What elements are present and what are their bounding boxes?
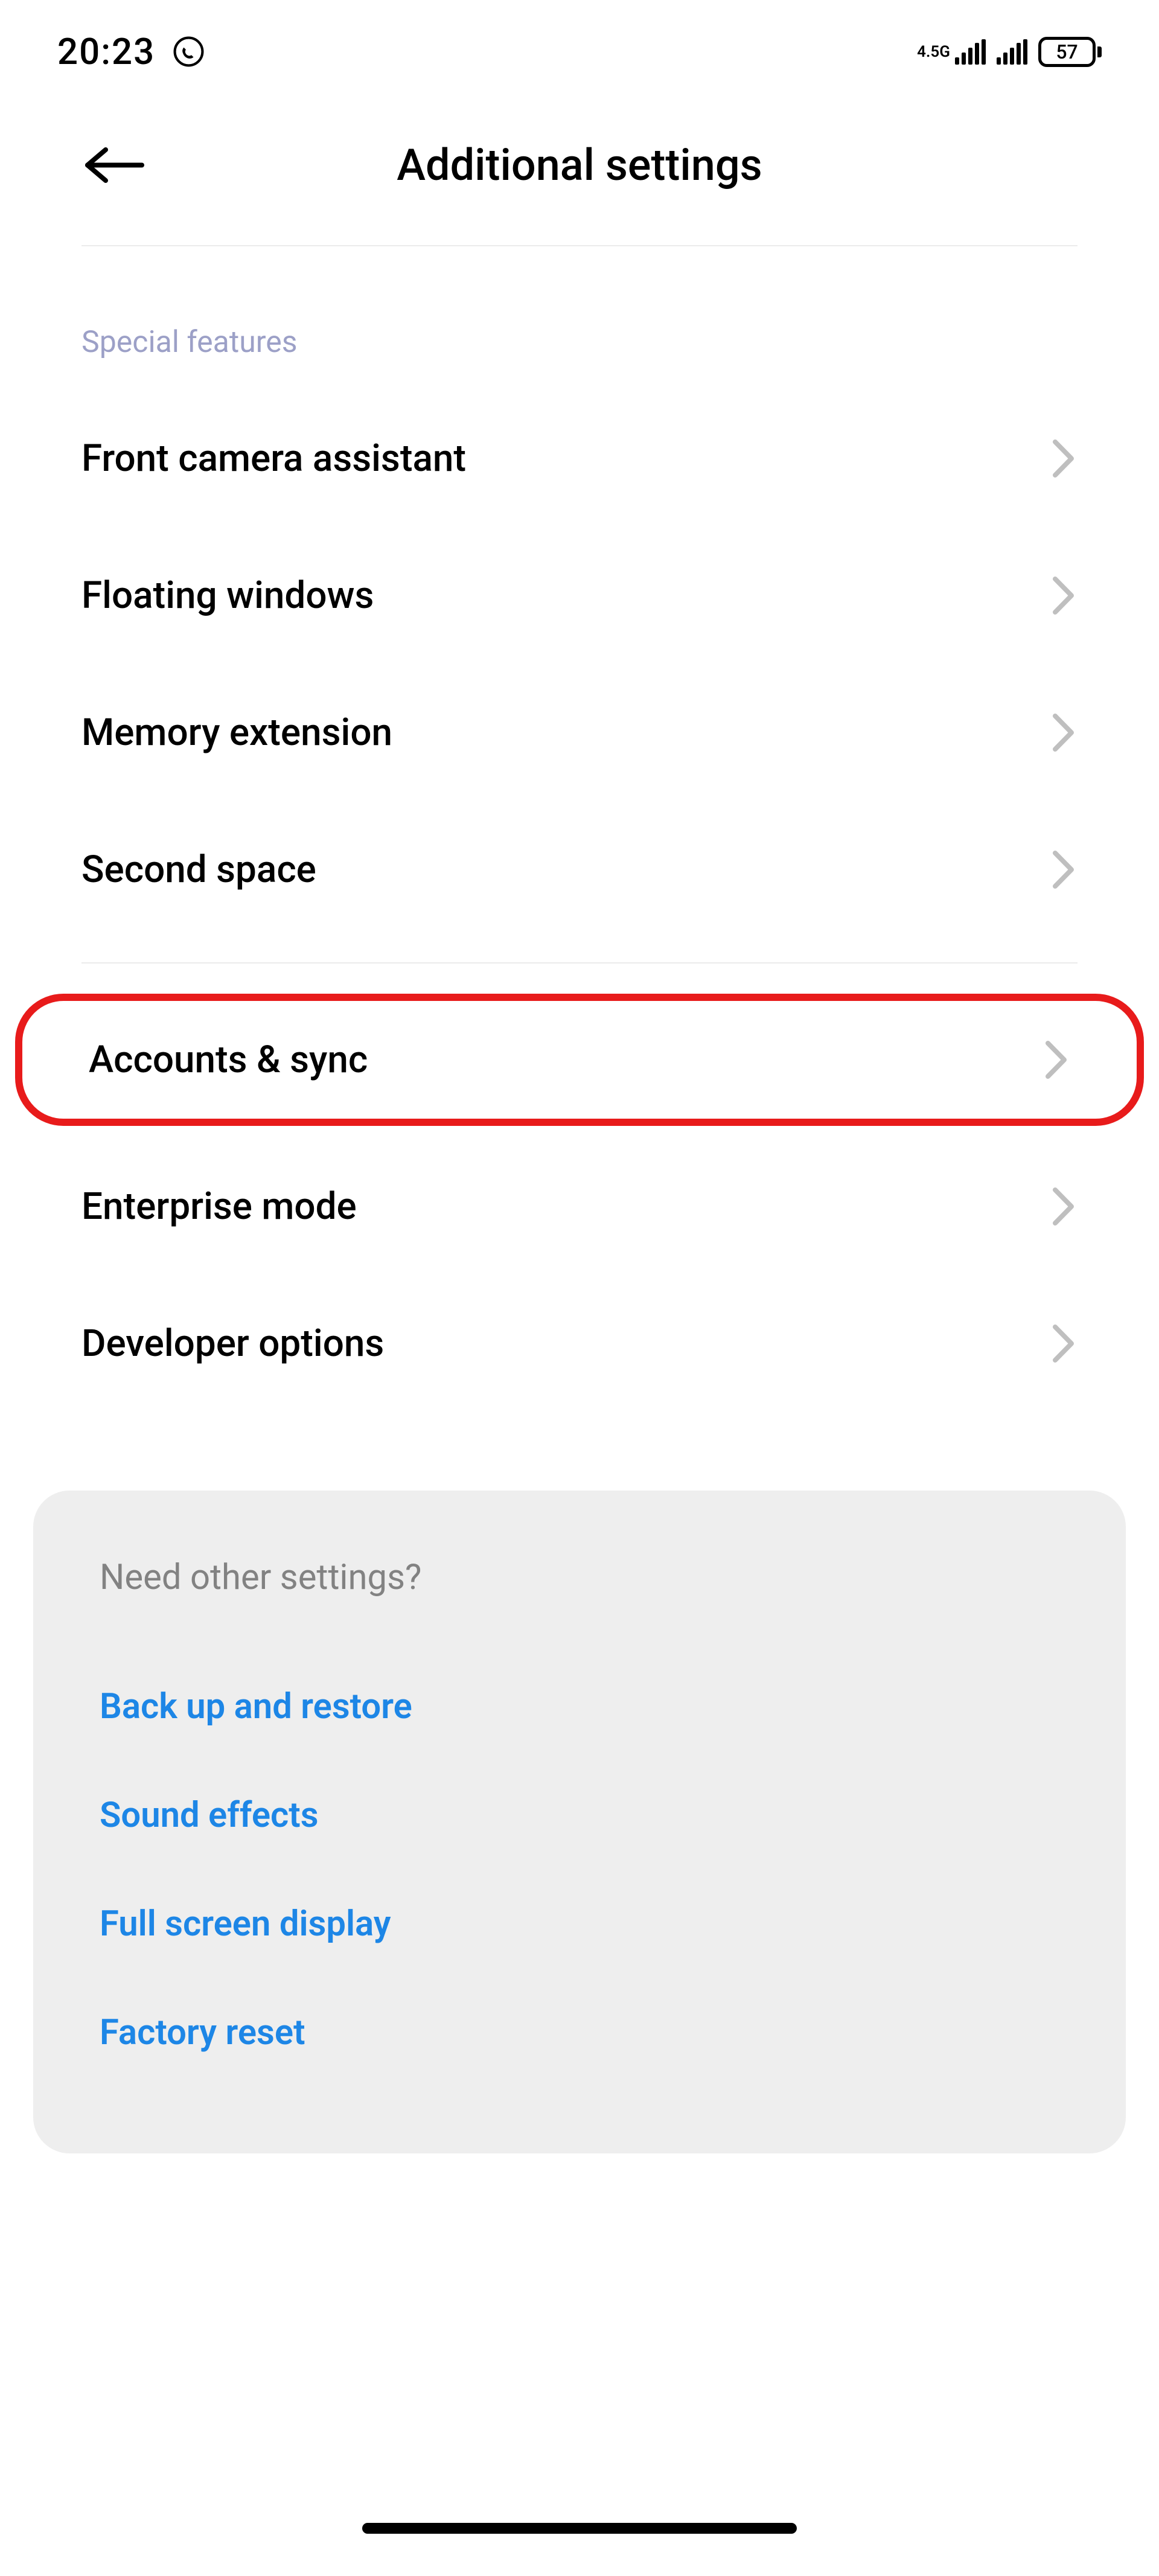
chevron-right-icon (1050, 847, 1078, 892)
row-memory-extension[interactable]: Memory extension (0, 664, 1159, 801)
row-label: Developer options (81, 1322, 384, 1366)
row-label: Enterprise mode (81, 1184, 357, 1229)
signal-icon-1 (955, 39, 986, 65)
row-enterprise-mode[interactable]: Enterprise mode (0, 1138, 1159, 1275)
status-time: 20:23 (57, 30, 155, 73)
chevron-right-icon (1050, 573, 1078, 618)
chevron-right-icon (1050, 436, 1078, 481)
row-label: Accounts & sync (89, 1038, 368, 1082)
chevron-right-icon (1043, 1037, 1070, 1082)
status-bar-right: 4.5G 57 (917, 37, 1102, 67)
row-floating-windows[interactable]: Floating windows (0, 527, 1159, 664)
link-full-screen-display[interactable]: Full screen display (100, 1870, 1059, 1978)
row-label: Floating windows (81, 574, 374, 618)
signal-icon-2 (997, 39, 1027, 65)
home-indicator[interactable] (362, 2523, 797, 2534)
section-divider (81, 962, 1078, 964)
phone-screen: 20:23 4.5G 57 (0, 0, 1159, 2576)
row-accounts-sync[interactable]: Accounts & sync (15, 994, 1144, 1126)
whatsapp-icon (172, 35, 205, 68)
chevron-right-icon (1050, 1184, 1078, 1229)
section-header-special-features: Special features (0, 246, 1159, 390)
row-label: Second space (81, 848, 316, 892)
chevron-right-icon (1050, 1321, 1078, 1366)
other-settings-card: Need other settings? Back up and restore… (33, 1491, 1126, 2153)
other-settings-title: Need other settings? (100, 1557, 1059, 1598)
row-label: Front camera assistant (81, 436, 466, 481)
chevron-right-icon (1050, 710, 1078, 755)
status-bar: 20:23 4.5G 57 (0, 0, 1159, 91)
link-back-up-and-restore[interactable]: Back up and restore (100, 1652, 1059, 1761)
battery-percent: 57 (1038, 37, 1096, 67)
row-developer-options[interactable]: Developer options (0, 1275, 1159, 1412)
row-label: Memory extension (81, 711, 392, 755)
link-factory-reset[interactable]: Factory reset (100, 1978, 1059, 2087)
status-bar-left: 20:23 (57, 30, 205, 73)
page-title: Additional settings (81, 139, 1078, 191)
row-front-camera-assistant[interactable]: Front camera assistant (0, 390, 1159, 527)
row-second-space[interactable]: Second space (0, 801, 1159, 938)
battery-icon: 57 (1038, 37, 1102, 67)
back-button[interactable] (81, 145, 145, 185)
network-type-label: 4.5G (917, 44, 950, 60)
page-header: Additional settings (0, 91, 1159, 215)
link-sound-effects[interactable]: Sound effects (100, 1761, 1059, 1870)
